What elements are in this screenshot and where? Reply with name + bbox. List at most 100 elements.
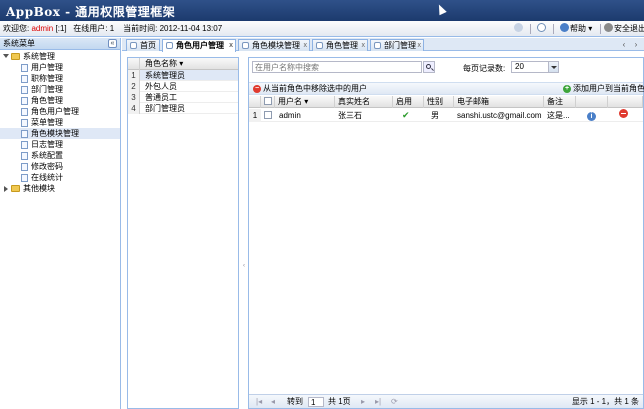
- remove-users-from-role-button[interactable]: − 从当前角色中移除选中的用户: [252, 83, 367, 95]
- first-page-icon[interactable]: |◂: [256, 395, 262, 409]
- close-icon[interactable]: x: [362, 40, 366, 51]
- split-handle[interactable]: ‹: [243, 263, 246, 272]
- row-number-header: [249, 96, 261, 108]
- tree-item-label: 职称管理: [31, 74, 63, 83]
- tree-item-label: 在线统计: [31, 173, 63, 182]
- tab-home[interactable]: 首页: [126, 39, 160, 51]
- gender-column-header[interactable]: 性别: [424, 96, 454, 108]
- tab-label: 部门管理: [384, 41, 416, 50]
- previous-page-icon[interactable]: ◂: [271, 395, 275, 409]
- close-icon[interactable]: x: [229, 40, 233, 51]
- table-row[interactable]: 3 普通员工: [128, 92, 238, 103]
- row-number: 3: [128, 92, 140, 103]
- table-row[interactable]: 2 外包人员: [128, 81, 238, 92]
- tree-item-menus[interactable]: 菜单管理: [0, 117, 120, 128]
- tab-label: 角色管理: [326, 41, 358, 50]
- tab-departments[interactable]: 部门管理 x: [370, 39, 424, 51]
- check-icon: ✔: [402, 110, 410, 120]
- add-users-to-role-button[interactable]: + 添加用户到当前角色: [562, 83, 644, 95]
- page-number-input[interactable]: [308, 397, 324, 407]
- select-all-checkbox[interactable]: [264, 97, 272, 105]
- column-label: 真实姓名: [338, 97, 370, 106]
- refresh-page-icon[interactable]: ⟳: [391, 395, 398, 409]
- column-label: 启用: [396, 97, 412, 106]
- tree-item-label: 部门管理: [31, 85, 63, 94]
- logout-button[interactable]: 安全退出: [604, 21, 644, 37]
- home-tool-button[interactable]: [514, 21, 524, 37]
- enabled-column-header[interactable]: 启用: [393, 96, 424, 108]
- tree-item-roles[interactable]: 角色管理: [0, 95, 120, 106]
- expand-arrow-icon[interactable]: [4, 186, 8, 192]
- page-icon: [21, 86, 28, 94]
- email-column-header[interactable]: 电子邮箱: [454, 96, 544, 108]
- search-button[interactable]: [423, 61, 435, 73]
- page-icon: [374, 42, 381, 49]
- realname-column-header[interactable]: 真实姓名: [335, 96, 393, 108]
- search-icon-handle: [431, 68, 434, 71]
- row-checkbox[interactable]: [264, 111, 272, 119]
- welcome-label: 欢迎您:: [3, 24, 30, 33]
- remark-column-header[interactable]: 备注: [544, 96, 576, 108]
- table-row[interactable]: 4 部门管理员: [128, 103, 238, 114]
- tab-role-users[interactable]: 角色用户管理 x: [162, 39, 236, 52]
- close-icon[interactable]: x: [418, 40, 422, 51]
- tree-item-logs[interactable]: 日志管理: [0, 139, 120, 150]
- close-icon[interactable]: x: [304, 40, 308, 51]
- pagination-bar: |◂ ◂ 转到 共 1页 ▸ ▸| ⟳ 显示 1 - 1，共 1 条: [249, 394, 643, 408]
- username-column-header[interactable]: 用户名 ▾: [275, 96, 335, 108]
- tree-item-config[interactable]: 系统配置: [0, 150, 120, 161]
- tree-item-role-modules[interactable]: 角色模块管理: [0, 128, 120, 139]
- last-page-icon[interactable]: ▸|: [375, 395, 381, 409]
- tree-item-depts[interactable]: 部门管理: [0, 84, 120, 95]
- tree-item-password[interactable]: 修改密码: [0, 161, 120, 172]
- tree-group-other[interactable]: 其他模块: [0, 183, 120, 194]
- help-button[interactable]: 帮助 ▾: [560, 21, 592, 37]
- delete-user-button[interactable]: [619, 109, 633, 122]
- collapse-sidebar-button[interactable]: «: [108, 39, 117, 48]
- tree-item-label: 角色模块管理: [31, 129, 79, 138]
- select-all-header[interactable]: [261, 96, 275, 108]
- page-icon: [21, 163, 28, 171]
- tab-label: 角色用户管理: [176, 41, 224, 50]
- gender-cell: 男: [431, 111, 439, 120]
- time-value: 2012-11-04 13:07: [159, 24, 223, 33]
- current-user-link[interactable]: admin: [31, 24, 53, 33]
- sidebar: 系统菜单 « 系统管理 用户管理 职称管理 部门管理 角色管理 角色用户管理 菜…: [0, 38, 121, 409]
- toolbar-separator: [553, 24, 554, 34]
- view-user-button[interactable]: i: [587, 109, 601, 122]
- page-size-select[interactable]: 20: [511, 61, 559, 73]
- folder-open-icon: [11, 53, 20, 60]
- tree-item-titles[interactable]: 职称管理: [0, 73, 120, 84]
- table-row[interactable]: 1 系统管理员: [128, 70, 238, 81]
- tab-scroll-right-icon[interactable]: ›: [631, 40, 641, 50]
- menu-tree: 系统管理 用户管理 职称管理 部门管理 角色管理 角色用户管理 菜单管理 角色模…: [0, 50, 120, 194]
- folder-icon: [11, 185, 20, 192]
- page-icon: [21, 64, 28, 72]
- online-count: 1: [109, 24, 115, 33]
- user-search-input[interactable]: [252, 61, 422, 73]
- tab-strip: 首页 角色用户管理 x 角色模块管理 x 角色管理 x 部门管理 x ‹ ›: [122, 38, 644, 52]
- page-size-label: 每页记录数:: [463, 64, 506, 73]
- table-row[interactable]: 1 admin 张三石 ✔ 男 sanshi.ustc@gmail.com 这是…: [249, 109, 643, 122]
- role-name-column-header[interactable]: 角色名称 ▾: [145, 58, 183, 70]
- enabled-cell: ✔: [402, 109, 424, 122]
- next-page-icon[interactable]: ▸: [361, 395, 365, 409]
- pager-summary: 显示 1 - 1，共 1 条: [571, 397, 639, 406]
- username-cell: admin: [279, 111, 301, 120]
- tree-group-system[interactable]: 系统管理: [0, 51, 120, 62]
- tab-role-modules[interactable]: 角色模块管理 x: [238, 39, 310, 51]
- tab-roles[interactable]: 角色管理 x: [312, 39, 368, 51]
- goto-label: 转到: [287, 397, 303, 406]
- refresh-button[interactable]: [537, 21, 547, 37]
- toolbar-separator: [600, 24, 601, 34]
- tree-item-label: 菜单管理: [31, 118, 63, 127]
- row-select-cell[interactable]: [264, 109, 275, 122]
- users-toolbar: − 从当前角色中移除选中的用户 + 添加用户到当前角色: [249, 82, 644, 95]
- tree-item-role-users[interactable]: 角色用户管理: [0, 106, 120, 117]
- page-icon: [242, 42, 249, 49]
- roles-grid-header: 角色名称 ▾: [128, 58, 238, 70]
- tab-scroll-left-icon[interactable]: ‹: [619, 40, 629, 50]
- tree-item-online-stats[interactable]: 在线统计: [0, 172, 120, 183]
- tree-item-users[interactable]: 用户管理: [0, 62, 120, 73]
- expand-arrow-icon[interactable]: [3, 54, 9, 58]
